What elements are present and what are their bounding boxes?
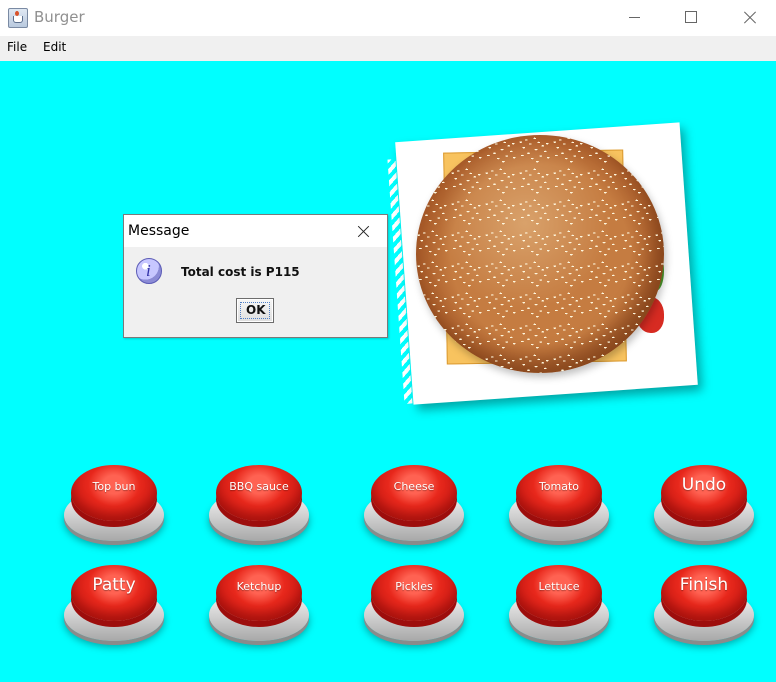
title-bar: Burger bbox=[0, 0, 776, 36]
button-cap bbox=[371, 565, 457, 621]
button-label: Top bun bbox=[92, 480, 136, 493]
menu-file[interactable]: File bbox=[7, 40, 27, 54]
button-cap bbox=[216, 565, 302, 621]
window-title: Burger bbox=[34, 8, 85, 26]
dialog-message: Total cost is P115 bbox=[181, 265, 300, 279]
button-label: Ketchup bbox=[236, 580, 282, 593]
sesame-seeds bbox=[416, 135, 664, 373]
burger-top-bun bbox=[416, 135, 664, 373]
ok-button-label: OK bbox=[246, 303, 266, 317]
button-cap bbox=[371, 465, 457, 521]
dialog-close-icon[interactable] bbox=[353, 221, 375, 243]
burger-canvas: Top bun BBQ sauce Cheese Tomato Undo Pat… bbox=[0, 61, 776, 682]
button-cap bbox=[216, 465, 302, 521]
ok-button[interactable]: OK bbox=[236, 298, 274, 323]
java-app-icon bbox=[8, 8, 28, 28]
lettuce-button[interactable]: Lettuce bbox=[509, 561, 609, 643]
undo-button[interactable]: Undo bbox=[654, 461, 754, 543]
button-label: Patty bbox=[92, 575, 136, 595]
button-label: Finish bbox=[679, 575, 729, 595]
button-cap bbox=[516, 465, 602, 521]
patty-button[interactable]: Patty bbox=[64, 561, 164, 643]
finish-button[interactable]: Finish bbox=[654, 561, 754, 643]
message-dialog: Message i Total cost is P115 OK bbox=[123, 214, 388, 338]
button-label: Lettuce bbox=[538, 580, 580, 593]
tomato-button[interactable]: Tomato bbox=[509, 461, 609, 543]
ketchup-button[interactable]: Ketchup bbox=[209, 561, 309, 643]
button-label: BBQ sauce bbox=[229, 480, 289, 493]
button-label: Tomato bbox=[538, 480, 580, 493]
cheese-button[interactable]: Cheese bbox=[364, 461, 464, 543]
button-cap bbox=[516, 565, 602, 621]
minimize-button[interactable] bbox=[612, 0, 658, 34]
menu-edit[interactable]: Edit bbox=[43, 40, 66, 54]
bbq-sauce-button[interactable]: BBQ sauce bbox=[209, 461, 309, 543]
menu-bar: File Edit bbox=[0, 36, 776, 61]
dialog-header: Message bbox=[124, 215, 387, 247]
button-label: Cheese bbox=[393, 480, 435, 493]
pickles-button[interactable]: Pickles bbox=[364, 561, 464, 643]
button-label: Undo bbox=[681, 475, 727, 495]
top-bun-button[interactable]: Top bun bbox=[64, 461, 164, 543]
info-icon: i bbox=[136, 258, 162, 284]
dialog-title: Message bbox=[128, 223, 190, 239]
window-close-button[interactable] bbox=[726, 0, 772, 34]
maximize-button[interactable] bbox=[668, 0, 714, 34]
button-label: Pickles bbox=[395, 580, 433, 593]
button-cap bbox=[71, 465, 157, 521]
